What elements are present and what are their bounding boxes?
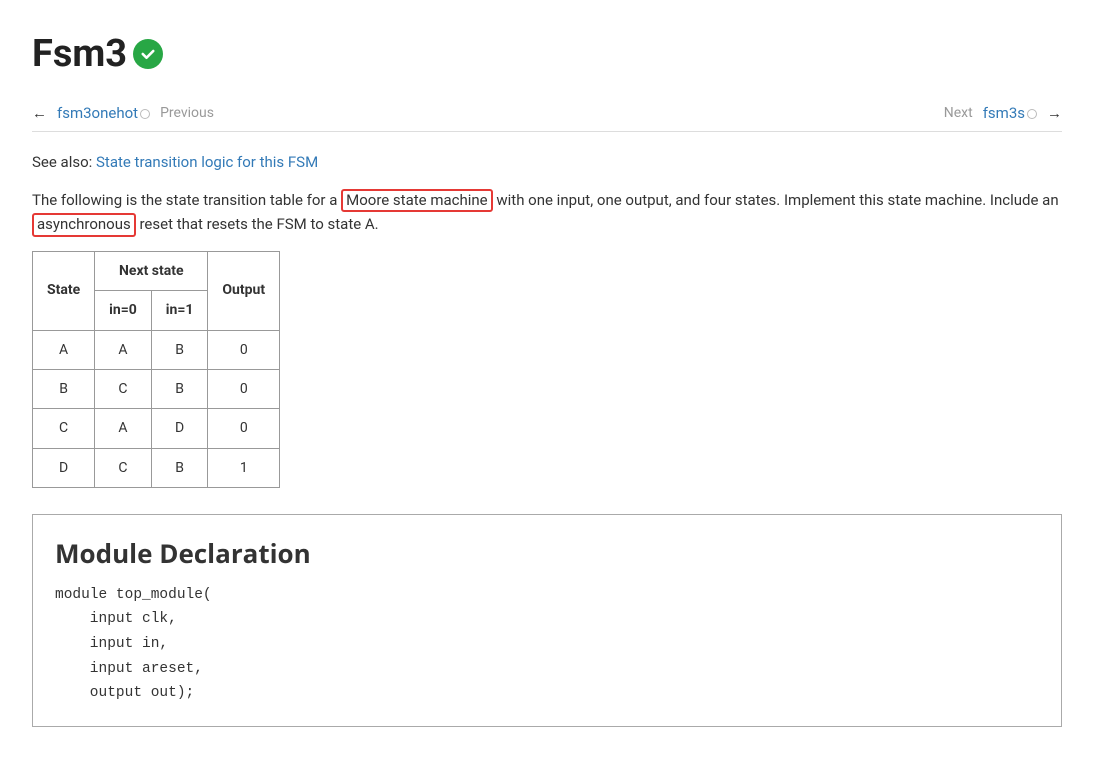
table-header-row: State Next state Output	[33, 251, 280, 290]
next-label: Next	[944, 102, 973, 124]
prev-link[interactable]: fsm3onehot	[57, 101, 150, 125]
highlight-moore: Moore state machine	[341, 189, 493, 213]
nav-left: ← fsm3onehot Previous	[32, 101, 214, 125]
arrow-right-icon[interactable]: →	[1047, 101, 1062, 125]
nav-right: Next fsm3s →	[944, 101, 1062, 125]
module-heading: Module Declaration	[55, 533, 1039, 575]
col-in0: in=0	[95, 291, 152, 330]
table-row: B C B 0	[33, 369, 280, 408]
table-row: C A D 0	[33, 409, 280, 448]
col-next-state: Next state	[95, 251, 208, 290]
state-transition-table: State Next state Output in=0 in=1 A A B …	[32, 251, 280, 488]
next-link[interactable]: fsm3s	[983, 101, 1037, 125]
module-declaration-box: Module Declaration module top_module( in…	[32, 514, 1062, 727]
status-dot-icon	[140, 109, 150, 119]
arrow-left-icon[interactable]: ←	[32, 101, 47, 125]
table-row: D C B 1	[33, 448, 280, 487]
highlight-async: asynchronous	[32, 213, 136, 237]
status-dot-icon	[1027, 109, 1037, 119]
prev-next-nav: ← fsm3onehot Previous Next fsm3s →	[32, 93, 1062, 132]
title-row: Fsm3	[32, 24, 1062, 85]
see-also: See also: State transition logic for thi…	[32, 150, 1062, 174]
col-in1: in=1	[151, 291, 208, 330]
success-check-icon	[133, 39, 163, 69]
problem-description: The following is the state transition ta…	[32, 188, 1062, 237]
see-also-prefix: See also:	[32, 153, 96, 171]
prev-label: Previous	[160, 102, 214, 124]
col-output: Output	[208, 251, 280, 330]
page-title: Fsm3	[32, 24, 127, 85]
see-also-link[interactable]: State transition logic for this FSM	[96, 153, 318, 171]
col-state: State	[33, 251, 95, 330]
table-row: A A B 0	[33, 330, 280, 369]
module-code: module top_module( input clk, input in, …	[55, 583, 1039, 706]
